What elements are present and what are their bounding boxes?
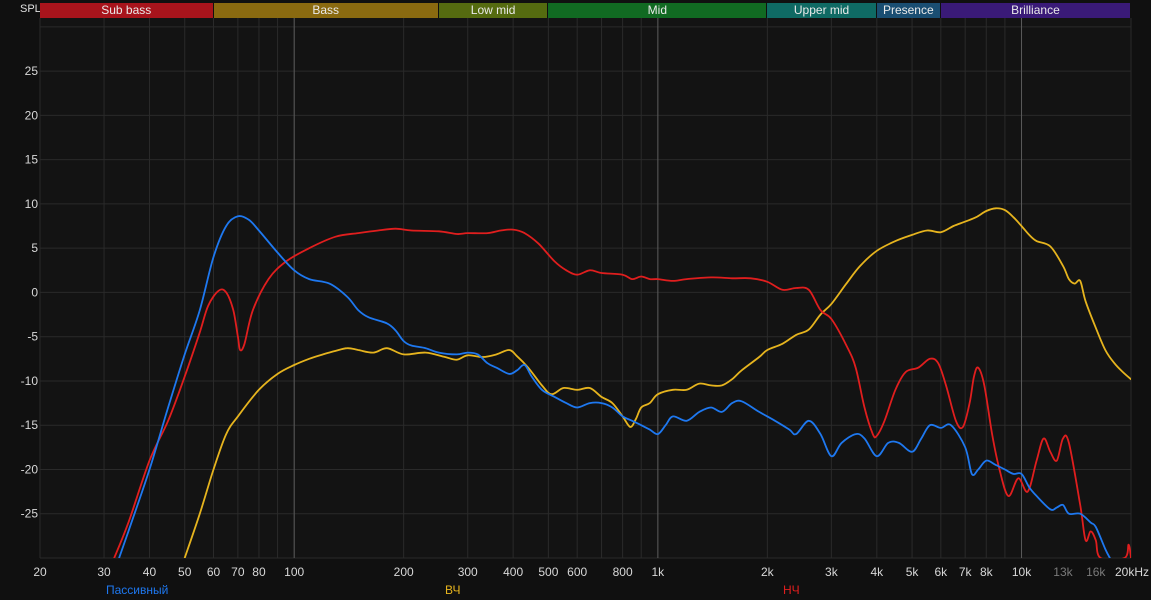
- x-tick-label: 20kHz: [1115, 565, 1149, 579]
- y-tick-label: -20: [21, 462, 39, 476]
- y-tick-label: 5: [31, 241, 38, 255]
- x-tick-label: 30: [97, 565, 111, 579]
- x-tick-label: 40: [143, 565, 157, 579]
- x-tick-label: 600: [567, 565, 587, 579]
- y-axis-ticks: 25 20 15 10 5 0 -5 -10 -15 -20 -25: [21, 64, 39, 521]
- legend: Пассивный ВЧ НЧ: [0, 582, 1151, 600]
- legend-item-1[interactable]: ВЧ: [445, 582, 460, 598]
- plot-background: [40, 18, 1131, 558]
- x-tick-label: 3k: [825, 565, 839, 579]
- x-tick-label: 50: [178, 565, 192, 579]
- y-tick-label: 20: [25, 108, 39, 122]
- x-tick-label: 100: [284, 565, 304, 579]
- y-tick-label: 15: [25, 153, 39, 167]
- y-tick-label: -25: [21, 507, 39, 521]
- y-tick-label: 25: [25, 64, 39, 78]
- y-tick-label: 0: [31, 285, 38, 299]
- legend-item-0[interactable]: Пассивный: [106, 582, 168, 598]
- x-tick-label: 10k: [1012, 565, 1032, 579]
- x-tick-label: 400: [503, 565, 523, 579]
- y-tick-label: 10: [25, 197, 39, 211]
- x-tick-label: 60: [207, 565, 221, 579]
- frequency-response-chart[interactable]: 2520151050-5-10-15-20-25 20 30 40 50 60 70 80 1…: [0, 0, 1151, 582]
- x-tick-label: 500: [538, 565, 558, 579]
- x-tick-label: 70: [231, 565, 245, 579]
- x-tick-label: 8k: [980, 565, 994, 579]
- x-tick-label: 13k: [1053, 565, 1073, 579]
- x-tick-label: 20: [33, 565, 47, 579]
- x-tick-label: 16k: [1086, 565, 1106, 579]
- x-tick-label: 80: [252, 565, 266, 579]
- x-tick-label: 800: [613, 565, 633, 579]
- x-tick-label: 7k: [959, 565, 973, 579]
- y-tick-label: -15: [21, 418, 39, 432]
- x-tick-label: 5k: [906, 565, 920, 579]
- x-tick-label: 2k: [761, 565, 775, 579]
- y-tick-label: -5: [27, 330, 38, 344]
- x-tick-label: 6k: [935, 565, 949, 579]
- x-axis-ticks: 20 30 40 50 60 70 80 100 200 300 400 500 600 800 1k 2k 3…: [33, 565, 1149, 579]
- x-tick-label: 1k: [652, 565, 666, 579]
- legend-item-2[interactable]: НЧ: [783, 582, 800, 598]
- x-tick-label: 300: [458, 565, 478, 579]
- x-tick-label: 4k: [870, 565, 884, 579]
- y-tick-label: -10: [21, 374, 39, 388]
- x-tick-label: 200: [394, 565, 414, 579]
